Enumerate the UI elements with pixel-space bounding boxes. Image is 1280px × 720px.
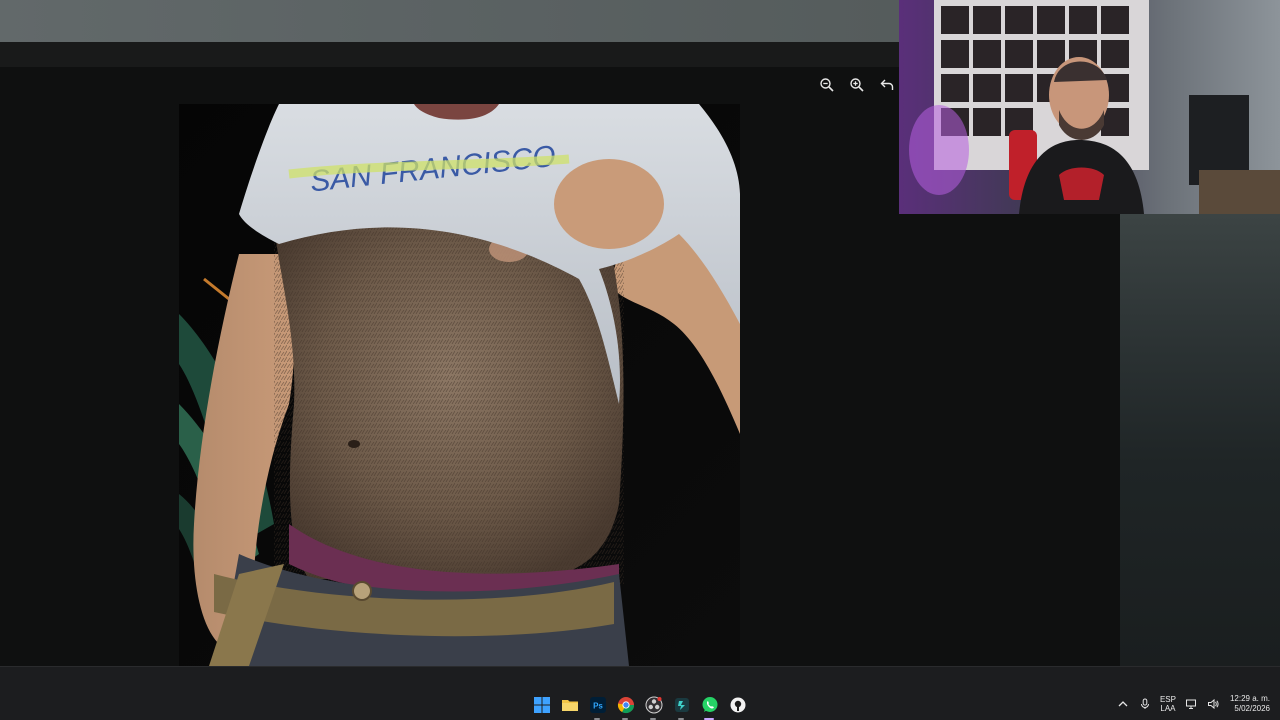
taskbar-whatsapp[interactable] xyxy=(699,694,720,720)
zoom-out-icon xyxy=(820,78,834,92)
clock-time: 12:29 a. m. xyxy=(1229,694,1270,703)
photoshop-icon: Ps xyxy=(589,696,606,713)
system-tray: ESP LAA 12:29 a. m. 5/02/2026 xyxy=(1116,694,1270,714)
tray-microphone[interactable] xyxy=(1138,697,1152,711)
whatsapp-icon xyxy=(702,696,717,712)
language-code: ESP xyxy=(1159,695,1176,704)
desktop-wallpaper-right xyxy=(1120,214,1280,666)
taskbar-apps: Ps xyxy=(531,694,748,720)
chrome-icon xyxy=(617,696,634,713)
back-arrow-icon xyxy=(880,79,894,90)
app-icon xyxy=(674,697,689,712)
viewer-titlebar xyxy=(0,42,900,67)
folder-icon xyxy=(561,699,578,711)
zoom-out-button[interactable] xyxy=(816,74,838,96)
taskbar-clock[interactable]: 12:29 a. m. 5/02/2026 xyxy=(1230,694,1270,714)
viewer-toolbar xyxy=(816,74,898,96)
language-indicator[interactable]: ESP LAA xyxy=(1160,695,1176,713)
webcam-illustration xyxy=(899,0,1280,214)
taskbar-app-mic[interactable] xyxy=(727,694,748,715)
microphone-icon xyxy=(1140,698,1149,709)
viewer-photo[interactable]: SAN FRANCISCO xyxy=(179,104,740,666)
window-top-band xyxy=(0,0,900,42)
taskbar-file-explorer[interactable] xyxy=(559,694,580,715)
zoom-in-icon xyxy=(850,78,864,92)
recorder-icon xyxy=(730,697,745,712)
clock-date: 5/02/2026 xyxy=(1234,704,1270,713)
taskbar-start-button[interactable] xyxy=(531,694,552,715)
taskbar-app-teal[interactable] xyxy=(671,694,692,720)
tray-overflow-button[interactable] xyxy=(1116,697,1130,711)
chevron-up-icon xyxy=(1118,701,1128,707)
keyboard-layout: LAA xyxy=(1160,704,1176,713)
desktop-screen: SAN FRANCISCO Ps ESP LAA 12:29 a. m. 5/0… xyxy=(0,0,1280,720)
svg-text:Ps: Ps xyxy=(593,701,603,710)
taskbar-photoshop[interactable]: Ps xyxy=(587,694,608,720)
tray-network[interactable] xyxy=(1184,697,1198,711)
taskbar-obs[interactable] xyxy=(643,694,664,720)
webcam-overlay xyxy=(899,0,1280,214)
network-icon xyxy=(1185,699,1196,709)
taskbar-chrome[interactable] xyxy=(615,694,636,720)
back-button[interactable] xyxy=(876,74,898,96)
windows-taskbar: Ps ESP LAA 12:29 a. m. 5/02/2026 xyxy=(0,666,1280,720)
tray-volume[interactable] xyxy=(1206,697,1220,711)
photo-illustration: SAN FRANCISCO xyxy=(179,104,740,666)
speaker-icon xyxy=(1207,698,1219,710)
zoom-in-button[interactable] xyxy=(846,74,868,96)
obs-icon xyxy=(645,696,662,713)
windows-start-icon xyxy=(533,696,550,713)
